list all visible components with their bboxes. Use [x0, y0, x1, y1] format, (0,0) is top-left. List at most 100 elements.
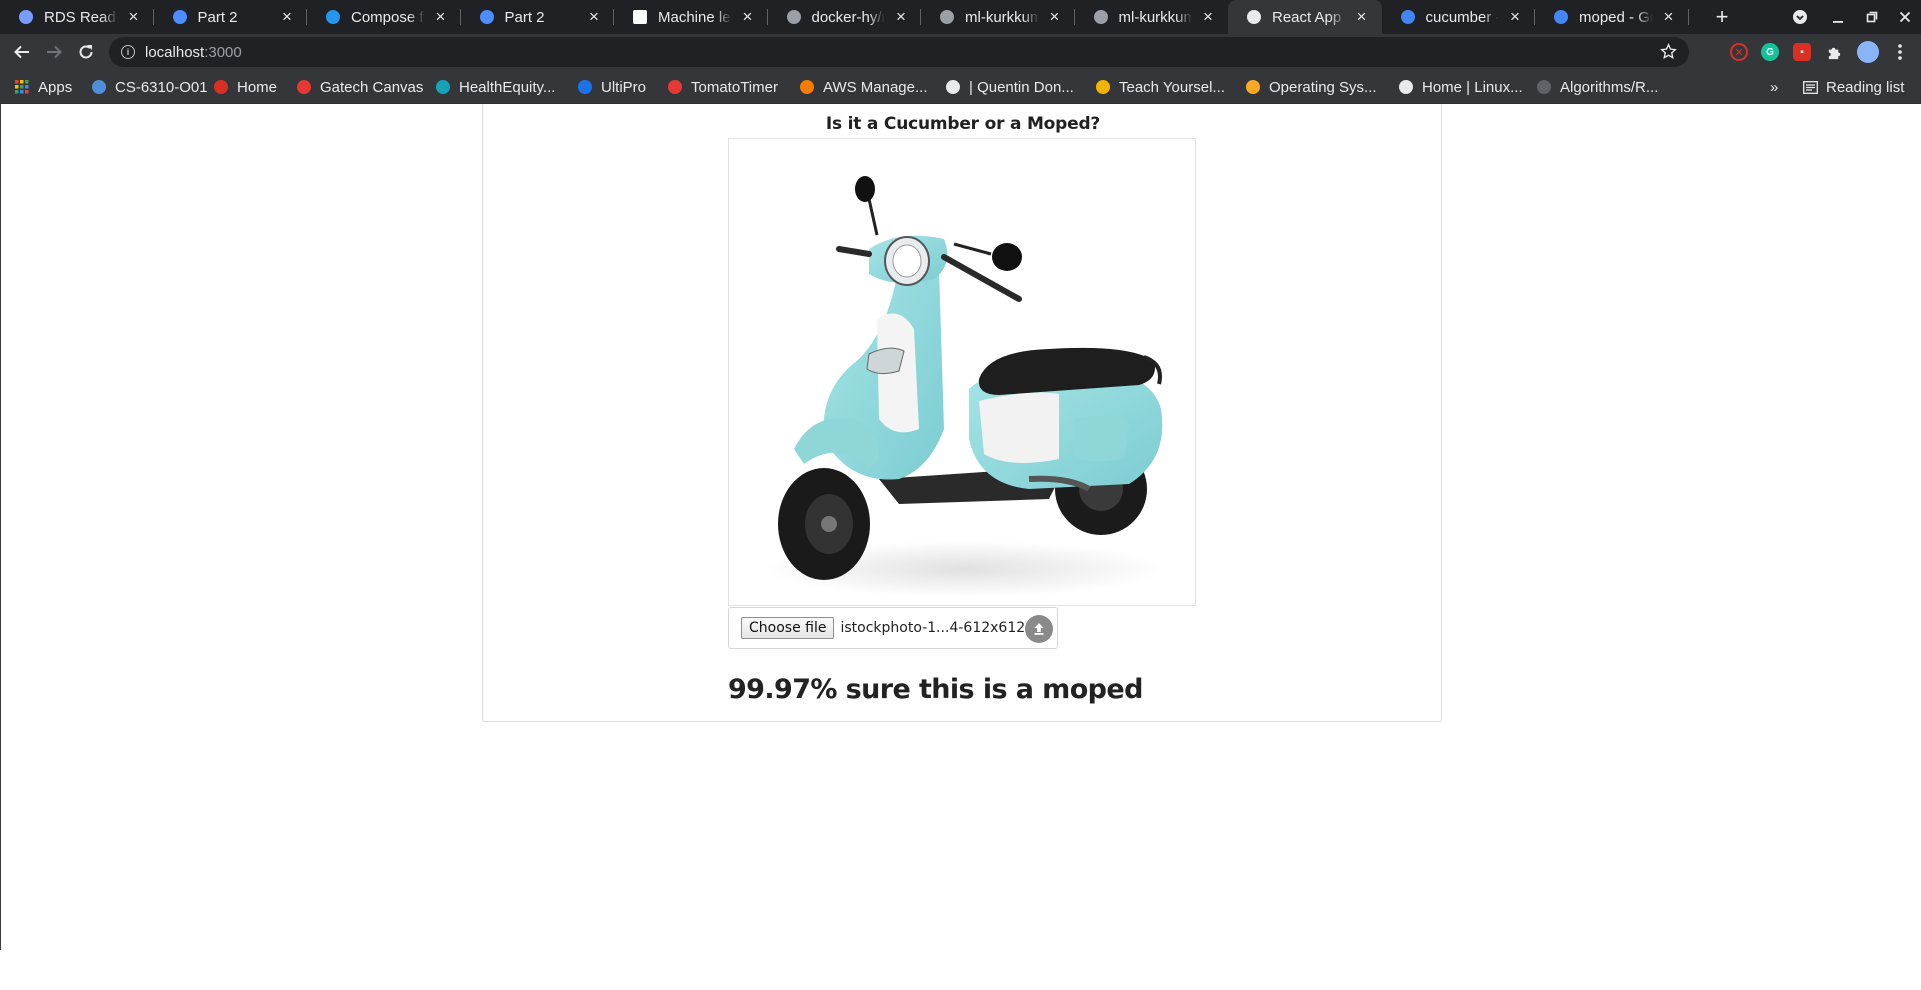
linux-icon	[1398, 79, 1414, 95]
address-bar[interactable]: i localhost:3000	[109, 37, 1689, 67]
restore-button[interactable]	[1856, 0, 1888, 34]
site-info-icon[interactable]: i	[121, 45, 135, 59]
tab-title: Part 2	[197, 8, 238, 26]
reading-list-button[interactable]: Reading list	[1802, 70, 1904, 104]
apps-grid-icon	[14, 79, 30, 95]
bookmark-item[interactable]: AWS Manage...	[799, 70, 928, 104]
tomato-icon	[667, 79, 683, 95]
bookmark-item[interactable]: TomatoTimer	[667, 70, 778, 104]
more-bookmarks-button[interactable]: »	[1770, 70, 1778, 104]
upload-icon	[1034, 623, 1044, 635]
browser-tab[interactable]: cucumber - Google ×	[1382, 0, 1535, 34]
github-icon	[939, 9, 955, 25]
google-icon	[1553, 9, 1569, 25]
github-icon	[1536, 79, 1552, 95]
close-tab-icon[interactable]: ×	[124, 7, 144, 27]
grammarly-icon[interactable]: G	[1761, 43, 1779, 61]
more-vertical-icon	[1898, 44, 1902, 60]
globe-icon	[945, 79, 961, 95]
tab-title: ml-kurkkumopo	[1118, 8, 1193, 26]
browser-tab[interactable]: Part 2 ×	[461, 0, 614, 34]
chevron-down-circle-icon	[1793, 10, 1807, 24]
tab-strip: + RDS Read-Replicas×Part 2×Compose file …	[0, 0, 1921, 34]
globe-icon	[1246, 9, 1262, 25]
close-tab-icon[interactable]: ×	[1198, 7, 1218, 27]
minimize-button[interactable]	[1822, 0, 1854, 34]
bookmark-item[interactable]: Teach Yoursel...	[1095, 70, 1225, 104]
choose-file-button[interactable]: Choose file	[741, 617, 835, 639]
chrome-menu-button[interactable]	[1886, 38, 1914, 66]
docker-icon	[325, 9, 341, 25]
upload-button[interactable]	[1025, 615, 1053, 643]
browser-tab[interactable]: React App ×	[1228, 0, 1382, 34]
bookmark-item[interactable]: Operating Sys...	[1245, 70, 1377, 104]
moped-image	[729, 139, 1195, 605]
back-button[interactable]	[8, 38, 36, 66]
reload-icon	[79, 45, 93, 59]
ultipro-icon	[577, 79, 593, 95]
browser-tab[interactable]: docker-hy/ml ×	[768, 0, 921, 34]
wikipedia-icon	[632, 9, 648, 25]
tab-title: React App	[1272, 8, 1342, 26]
browser-tab[interactable]: Compose file reference ×	[307, 0, 461, 34]
tab-title: RDS Read-Replicas	[44, 8, 118, 26]
browser-tab[interactable]: Machine learning ×	[614, 0, 768, 34]
close-tab-icon[interactable]: ×	[431, 7, 451, 27]
jira-icon	[172, 9, 188, 25]
home-icon	[213, 79, 229, 95]
bookmark-label: CS-6310-O01	[115, 78, 208, 96]
bookmark-item[interactable]: UltiPro	[577, 70, 646, 104]
tab-title: Compose file reference	[351, 8, 425, 26]
browser-tab[interactable]: RDS Read-Replicas ×	[0, 0, 154, 34]
github-icon	[1093, 9, 1109, 25]
reload-button[interactable]	[72, 38, 100, 66]
close-icon	[1899, 11, 1911, 23]
new-tab-button[interactable]: +	[1710, 4, 1734, 29]
bookmark-item[interactable]: HealthEquity...	[435, 70, 555, 104]
close-tab-icon[interactable]: ×	[891, 7, 911, 27]
forward-button[interactable]	[40, 38, 68, 66]
arrow-right-icon	[47, 45, 62, 59]
page-viewport: Is it a Cucumber or a Moped? Choose file…	[0, 104, 1921, 950]
close-tab-icon[interactable]: ×	[1659, 7, 1679, 27]
bookmark-item[interactable]: Apps	[14, 70, 72, 104]
close-tab-icon[interactable]: ×	[738, 7, 758, 27]
close-tab-icon[interactable]: ×	[1505, 7, 1525, 27]
prediction-result: 99.97% sure this is a moped	[728, 674, 1143, 705]
browser-toolbar: i localhost:3000 ✕ G ▪	[0, 34, 1921, 70]
browser-tab[interactable]: Part 2 ×	[154, 0, 307, 34]
tab-title: moped - Google	[1579, 8, 1653, 26]
tab-title: cucumber - Google	[1425, 8, 1500, 26]
bookmarks-bar: » Reading list Apps CS-6310-O01 Home Gatech…	[0, 70, 1921, 104]
minimize-icon	[1833, 21, 1843, 23]
bookmark-item[interactable]: Home	[213, 70, 277, 104]
close-tab-icon[interactable]: ×	[277, 7, 297, 27]
extension-blocker-icon[interactable]: ✕	[1730, 43, 1748, 61]
bookmark-star-icon[interactable]	[1660, 43, 1677, 65]
bookmark-item[interactable]: CS-6310-O01	[91, 70, 208, 104]
shield-icon	[1245, 79, 1261, 95]
close-window-button[interactable]	[1889, 0, 1921, 34]
profile-avatar-icon[interactable]	[1857, 41, 1879, 63]
bookmark-item[interactable]: Gatech Canvas	[296, 70, 423, 104]
close-tab-icon[interactable]: ×	[1045, 7, 1065, 27]
tab-search-button[interactable]	[1784, 0, 1816, 34]
arrow-left-icon	[14, 45, 29, 59]
healthequity-icon	[435, 79, 451, 95]
bookmark-item[interactable]: Home | Linux...	[1398, 70, 1523, 104]
lastpass-icon[interactable]: ▪	[1793, 43, 1811, 61]
file-upload-field: Choose file istockphoto-1...4-612x612.jp…	[728, 607, 1058, 649]
bookmark-item[interactable]: Algorithms/R...	[1536, 70, 1658, 104]
bookmark-item[interactable]: | Quentin Don...	[945, 70, 1074, 104]
close-tab-icon[interactable]: ×	[584, 7, 604, 27]
close-tab-icon[interactable]: ×	[1352, 7, 1372, 27]
browser-tab[interactable]: ml-kurkkumopo ×	[921, 0, 1075, 34]
address-url[interactable]: localhost:3000	[145, 44, 242, 61]
uploaded-image-preview	[728, 138, 1196, 606]
extensions-puzzle-icon[interactable]	[1825, 43, 1843, 61]
browser-tab[interactable]: moped - Google ×	[1535, 0, 1689, 34]
aws-rds-icon	[18, 9, 34, 25]
bookmark-label: Operating Sys...	[1269, 78, 1377, 96]
bookmark-label: TomatoTimer	[691, 78, 778, 96]
browser-tab[interactable]: ml-kurkkumopo ×	[1075, 0, 1229, 34]
